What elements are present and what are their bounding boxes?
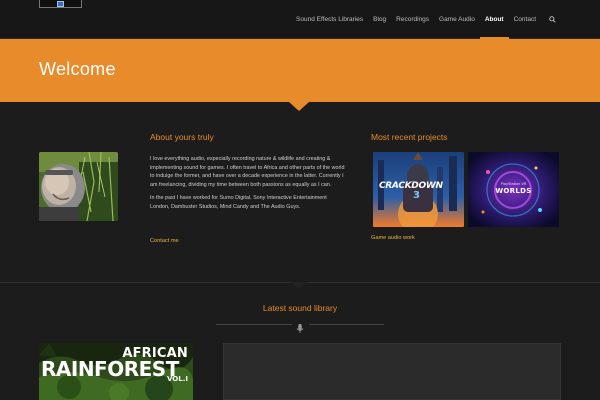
nav-item-game-audio[interactable]: Game Audio: [434, 0, 480, 39]
about-paragraph-2: In the past I have worked for Sumo Digit…: [150, 195, 327, 210]
logo-icon: [57, 1, 64, 7]
heading-separator-right: [309, 324, 384, 325]
project-vr-prefix: PlayStation VR: [500, 182, 527, 186]
about-text: I love everything audio, especially reco…: [150, 155, 345, 217]
profile-photo: [39, 152, 118, 221]
heading-separator-left: [216, 324, 292, 325]
about-paragraph-1: I love everything audio, especially reco…: [150, 156, 345, 188]
project-vr-worlds[interactable]: PlayStation VR WORLDS: [468, 152, 559, 227]
cover-volume: VOL.I: [167, 375, 188, 383]
divider-notch: [291, 282, 307, 289]
nav-item-recordings[interactable]: Recordings: [391, 0, 434, 39]
site-header: Sound Effects Libraries Blog Recordings …: [0, 0, 600, 39]
cover-title-line2: RAINFOREST: [41, 357, 179, 381]
nav-item-about[interactable]: About: [479, 0, 509, 39]
microphone-icon: [295, 319, 305, 333]
nav-item-sound-effects-libraries[interactable]: Sound Effects Libraries: [291, 0, 368, 39]
site-logo[interactable]: [39, 0, 82, 8]
search-icon[interactable]: [545, 0, 559, 39]
library-video-panel[interactable]: [223, 343, 561, 400]
project-crackdown-3[interactable]: CRACKDOWN 3: [373, 152, 464, 227]
welcome-banner: Welcome: [0, 39, 600, 102]
contact-me-link[interactable]: Contact me: [150, 238, 179, 244]
about-heading: About yours truly: [150, 132, 214, 142]
nav-item-contact[interactable]: Contact: [509, 0, 541, 39]
page-title: Welcome: [39, 59, 116, 79]
project-crackdown-number: 3: [413, 190, 420, 201]
project-crackdown-title: CRACKDOWN: [379, 181, 443, 191]
nav-item-blog[interactable]: Blog: [368, 0, 391, 39]
main-nav: Sound Effects Libraries Blog Recordings …: [291, 0, 559, 39]
game-audio-work-link[interactable]: Game audio work: [371, 235, 415, 241]
project-vr-title: WORLDS: [495, 187, 532, 195]
projects-heading: Most recent projects: [371, 132, 448, 142]
banner-notch: [289, 102, 309, 111]
latest-library-heading: Latest sound library: [262, 303, 338, 313]
library-cover-african-rainforest[interactable]: AFRICAN RAINFOREST VOL.I: [39, 343, 193, 400]
